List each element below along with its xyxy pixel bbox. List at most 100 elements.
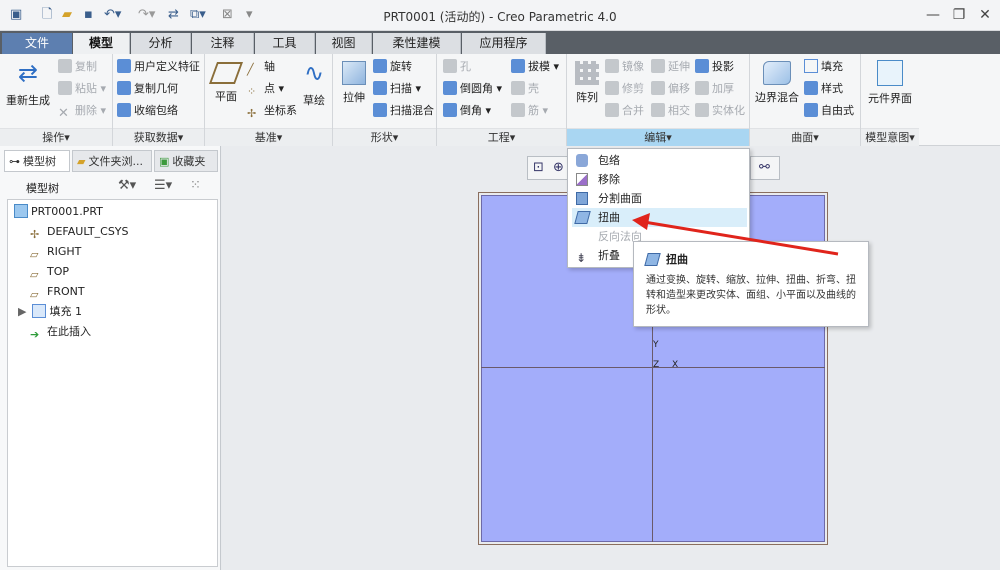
sweep-button[interactable]: 扫描 ▾ (373, 80, 421, 98)
tab-tools[interactable]: 工具 (255, 33, 315, 54)
group-label-editing[interactable]: 编辑▾ (567, 128, 749, 146)
group-label-get-data[interactable]: 获取数据▾ (113, 128, 204, 146)
csys-button[interactable]: ✢ 坐标系 (247, 102, 297, 120)
trim-label: 修剪 (622, 82, 644, 95)
tab-favorites[interactable]: ▣ 收藏夹 (154, 150, 218, 172)
thicken-label: 加厚 (712, 82, 734, 95)
refit-icon[interactable]: ⊡ (533, 160, 544, 175)
freestyle-icon (804, 103, 818, 117)
tab-flexible-modeling[interactable]: 柔性建模 (373, 33, 461, 54)
restore-button[interactable]: ❐ (946, 4, 972, 26)
menu-item-remove[interactable]: 移除 (572, 170, 747, 189)
intersect-button[interactable]: 相交 (651, 102, 690, 120)
copy-geometry-button[interactable]: 复制几何 (117, 80, 178, 98)
shrinkwrap-button[interactable]: 收缩包络 (117, 102, 178, 120)
round-button[interactable]: 倒圆角 ▾ (443, 80, 502, 98)
tree-item-part[interactable]: PRT0001.PRT (14, 203, 103, 221)
thicken-button[interactable]: 加厚 (695, 80, 734, 98)
tab-annotate[interactable]: 注释 (192, 33, 254, 54)
tree-show-icon[interactable]: ☰▾ (154, 178, 172, 193)
hole-button[interactable]: 孔 (443, 58, 471, 76)
rib-button[interactable]: 筋 ▾ (511, 102, 548, 120)
draft-button[interactable]: 拔模 ▾ (511, 58, 559, 76)
plane-button[interactable]: 平面 (208, 58, 244, 104)
expand-arrow-icon[interactable]: ▶ (18, 305, 26, 318)
named-views-icon[interactable]: ⚯ (759, 160, 770, 175)
tree-item-top-label: TOP (47, 265, 70, 278)
tree-item-top[interactable]: ▱ TOP (30, 263, 69, 281)
paste-button[interactable]: 粘贴 ▾ (58, 80, 106, 98)
shell-label: 壳 (528, 82, 539, 95)
close-button[interactable]: ✕ (972, 4, 998, 26)
sketch-button[interactable]: ∿ 草绘 (299, 58, 329, 108)
tree-item-fill[interactable]: ▶ 填充 1 (18, 303, 82, 321)
component-interface-button[interactable]: 元件界面 (863, 58, 917, 106)
favorites-icon: ▣ (159, 155, 170, 168)
model-tree-icon: ⊶ (9, 155, 20, 168)
tree-item-csys[interactable]: ✢ DEFAULT_CSYS (30, 223, 129, 241)
delete-button[interactable]: ✕ 删除 ▾ (58, 102, 106, 121)
left-panel: ⊶ 模型树 ▰ 文件夹浏... ▣ 收藏夹 模型树 ⚒▾ ☰▾ ⁙ PRT0001.P… (0, 146, 221, 570)
extrude-button[interactable]: 拉伸 (337, 58, 371, 105)
paste-label: 粘贴 ▾ (75, 82, 107, 95)
tab-model[interactable]: 模型 (73, 33, 130, 54)
mirror-label: 镜像 (622, 60, 644, 73)
group-label-model-intent[interactable]: 模型意图▾ (861, 128, 919, 146)
minimize-button[interactable]: — (920, 4, 946, 26)
pattern-icon (575, 61, 599, 85)
group-label-operations[interactable]: 操作▾ (0, 128, 112, 146)
tree-item-front[interactable]: ▱ FRONT (30, 283, 85, 301)
tab-file[interactable]: 文件 (2, 33, 72, 54)
copy-button[interactable]: 复制 (58, 58, 97, 76)
tree-settings-icon[interactable]: ⚒▾ (118, 178, 136, 193)
group-label-surfaces[interactable]: 曲面▾ (750, 128, 860, 146)
menu-item-wrap[interactable]: 包络 (572, 151, 747, 170)
zoom-in-icon[interactable]: ⊕ (553, 160, 564, 175)
fill-button[interactable]: 填充 (804, 58, 843, 76)
point-icon: ⁘ (247, 85, 257, 98)
merge-label: 合并 (622, 104, 644, 117)
tree-item-insert-here-label: 在此插入 (47, 325, 91, 338)
tree-filter-icon[interactable]: ⁙ (190, 178, 201, 193)
style-button[interactable]: 样式 (804, 80, 843, 98)
group-engineering: 孔 倒圆角 ▾ 倒角 ▾ 拔模 ▾ 壳 筋 ▾ 工程▾ (437, 54, 567, 146)
draft-icon (511, 59, 525, 73)
revolve-button[interactable]: 旋转 (373, 58, 412, 76)
regenerate-button[interactable]: ⇄ 重新生成 (6, 58, 50, 108)
tab-view[interactable]: 视图 (316, 33, 372, 54)
trim-button[interactable]: 修剪 (605, 80, 644, 98)
group-label-shapes[interactable]: 形状▾ (333, 128, 436, 146)
hole-icon (443, 59, 457, 73)
merge-button[interactable]: 合并 (605, 102, 644, 120)
extend-button[interactable]: 延伸 (651, 58, 690, 76)
freestyle-button[interactable]: 自由式 (804, 102, 854, 120)
boundary-blend-button[interactable]: 边界混合 (754, 58, 800, 105)
part-icon (14, 204, 28, 218)
view-toolbar-end: ⚯ (750, 156, 780, 180)
regenerate-label: 重新生成 (6, 94, 50, 107)
chamfer-button[interactable]: 倒角 ▾ (443, 102, 491, 120)
solidify-button[interactable]: 实体化 (695, 102, 745, 120)
swept-blend-button[interactable]: 扫描混合 (373, 102, 434, 120)
tab-model-tree[interactable]: ⊶ 模型树 (4, 150, 70, 172)
tree-item-right[interactable]: ▱ RIGHT (30, 243, 81, 261)
group-label-datum[interactable]: 基准▾ (205, 128, 332, 146)
offset-button[interactable]: 偏移 (651, 80, 690, 98)
copy-label: 复制 (75, 60, 97, 73)
copy-icon (58, 59, 72, 73)
tab-analysis[interactable]: 分析 (131, 33, 191, 54)
chamfer-label: 倒角 ▾ (460, 104, 492, 117)
udf-button[interactable]: 用户定义特征 (117, 58, 200, 76)
tree-item-insert-here[interactable]: ➔ 在此插入 (30, 323, 91, 341)
tab-folder-browser-label: 文件夹浏... (88, 155, 143, 168)
tab-applications[interactable]: 应用程序 (462, 33, 546, 54)
project-button[interactable]: 投影 (695, 58, 734, 76)
tab-folder-browser[interactable]: ▰ 文件夹浏... (72, 150, 152, 172)
shell-button[interactable]: 壳 (511, 80, 539, 98)
point-button[interactable]: ⁘ 点 ▾ (247, 80, 284, 98)
wrap-icon (576, 154, 588, 167)
axis-button[interactable]: ╱ 轴 (247, 58, 275, 76)
group-label-engineering[interactable]: 工程▾ (437, 128, 566, 146)
pattern-button[interactable]: 阵列 (571, 58, 603, 105)
mirror-button[interactable]: 镜像 (605, 58, 644, 76)
